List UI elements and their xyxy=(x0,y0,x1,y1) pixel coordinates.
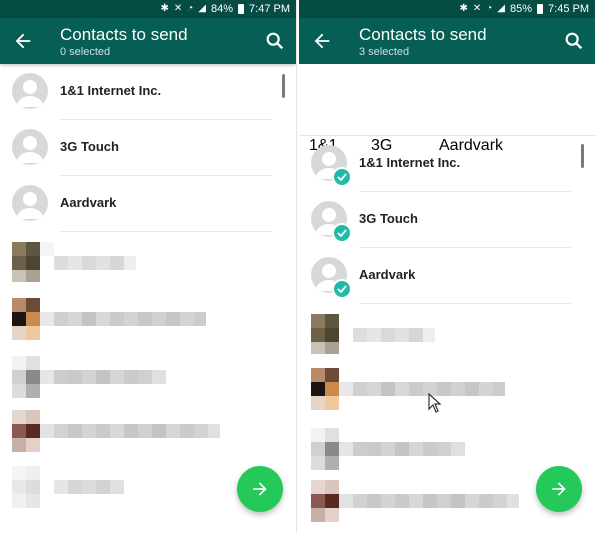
battery-percent: 85% xyxy=(510,3,533,15)
contact-name: 1&1 Internet Inc. xyxy=(359,155,461,170)
pixelated-contact xyxy=(12,410,220,452)
left-screen: ✱ ✕ ◔ ◢ 84% 7:47 PM Contacts to send 0 s… xyxy=(0,0,296,533)
redacted-contact-row[interactable] xyxy=(299,362,595,418)
status-bar: ✱ ✕ ◔ ◢ 84% 7:47 PM xyxy=(0,0,296,18)
person-icon xyxy=(12,185,48,221)
person-icon xyxy=(371,70,427,119)
person-icon xyxy=(439,70,495,119)
selected-chip[interactable]: 1&1 xyxy=(309,70,365,154)
status-icons: ✱ ✕ ◔ ◢ 85% 7:45 PM xyxy=(459,3,589,15)
search-icon[interactable] xyxy=(563,30,585,52)
selected-count: 0 selected xyxy=(60,46,111,58)
mouse-pointer-icon xyxy=(428,393,442,413)
arrow-forward-icon xyxy=(552,482,566,496)
title-block: Contacts to send 3 selected xyxy=(359,24,487,59)
person-icon xyxy=(12,73,48,109)
signal-icon: ◢ xyxy=(497,3,505,14)
selected-count: 3 selected xyxy=(359,46,410,58)
check-icon xyxy=(332,279,352,299)
contact-name: Aardvark xyxy=(60,195,117,210)
wifi-icon: ◔ xyxy=(187,3,194,14)
contact-row[interactable]: Aardvark xyxy=(299,248,595,304)
mute-icon: ✕ xyxy=(472,3,482,14)
close-icon[interactable] xyxy=(309,119,365,137)
right-screen: ✱ ✕ ◔ ◢ 85% 7:45 PM Contacts to send 3 s… xyxy=(299,0,595,533)
redacted-contact-row[interactable] xyxy=(0,348,296,404)
selected-chip[interactable]: 3G xyxy=(371,70,427,154)
status-bar: ✱ ✕ ◔ ◢ 85% 7:45 PM xyxy=(299,0,595,18)
app-bar: Contacts to send 3 selected xyxy=(299,18,595,64)
check-icon xyxy=(332,167,352,187)
person-icon xyxy=(309,70,365,119)
page-title: Contacts to send xyxy=(359,25,487,44)
bluetooth-icon: ✱ xyxy=(459,3,468,14)
pixelated-contact xyxy=(12,356,166,398)
close-icon[interactable] xyxy=(439,119,495,137)
signal-icon: ◢ xyxy=(198,3,206,14)
check-icon xyxy=(332,223,352,243)
pixelated-contact xyxy=(311,314,435,354)
bluetooth-icon: ✱ xyxy=(160,3,169,14)
selected-contacts-strip: 1&1 3G Aardvark xyxy=(299,64,595,154)
mute-icon: ✕ xyxy=(173,3,183,14)
pixelated-contact xyxy=(12,466,124,508)
person-icon xyxy=(12,129,48,165)
contact-row[interactable]: 3G Touch xyxy=(299,192,595,248)
send-button[interactable] xyxy=(536,466,582,512)
redacted-contact-row[interactable] xyxy=(0,290,296,346)
contact-name: 1&1 Internet Inc. xyxy=(60,83,162,98)
clock: 7:45 PM xyxy=(548,3,589,15)
battery-icon xyxy=(537,4,544,14)
title-block: Contacts to send 0 selected xyxy=(60,24,188,59)
send-button[interactable] xyxy=(237,466,283,512)
redacted-contact-row[interactable] xyxy=(299,304,595,360)
arrow-back-icon[interactable] xyxy=(12,30,34,52)
contact-row[interactable]: 1&1 Internet Inc. xyxy=(299,136,595,192)
contact-row[interactable]: 3G Touch xyxy=(0,120,296,176)
selected-chip[interactable]: Aardvark xyxy=(439,70,503,154)
redacted-contact-row[interactable] xyxy=(0,404,296,460)
arrow-forward-icon xyxy=(253,482,267,496)
pixelated-contact xyxy=(311,428,465,470)
contact-name: Aardvark xyxy=(359,267,416,282)
wifi-icon: ◔ xyxy=(486,3,493,14)
pixelated-contact xyxy=(311,368,505,410)
pixelated-contact xyxy=(12,298,206,340)
app-bar: Contacts to send 0 selected xyxy=(0,18,296,64)
arrow-back-icon[interactable] xyxy=(311,30,333,52)
redacted-contact-row[interactable] xyxy=(0,232,296,288)
pixelated-contact xyxy=(12,242,136,282)
contact-row[interactable]: 1&1 Internet Inc. xyxy=(0,64,296,120)
close-icon[interactable] xyxy=(371,119,427,137)
clock: 7:47 PM xyxy=(249,3,290,15)
pixelated-contact xyxy=(311,480,519,522)
battery-icon xyxy=(238,4,245,14)
contact-name: 3G Touch xyxy=(60,139,119,154)
search-icon[interactable] xyxy=(264,30,286,52)
contact-name: 3G Touch xyxy=(359,211,418,226)
page-title: Contacts to send xyxy=(60,25,188,44)
contact-row[interactable]: Aardvark xyxy=(0,176,296,232)
status-icons: ✱ ✕ ◔ ◢ 84% 7:47 PM xyxy=(160,3,290,15)
battery-percent: 84% xyxy=(211,3,234,15)
